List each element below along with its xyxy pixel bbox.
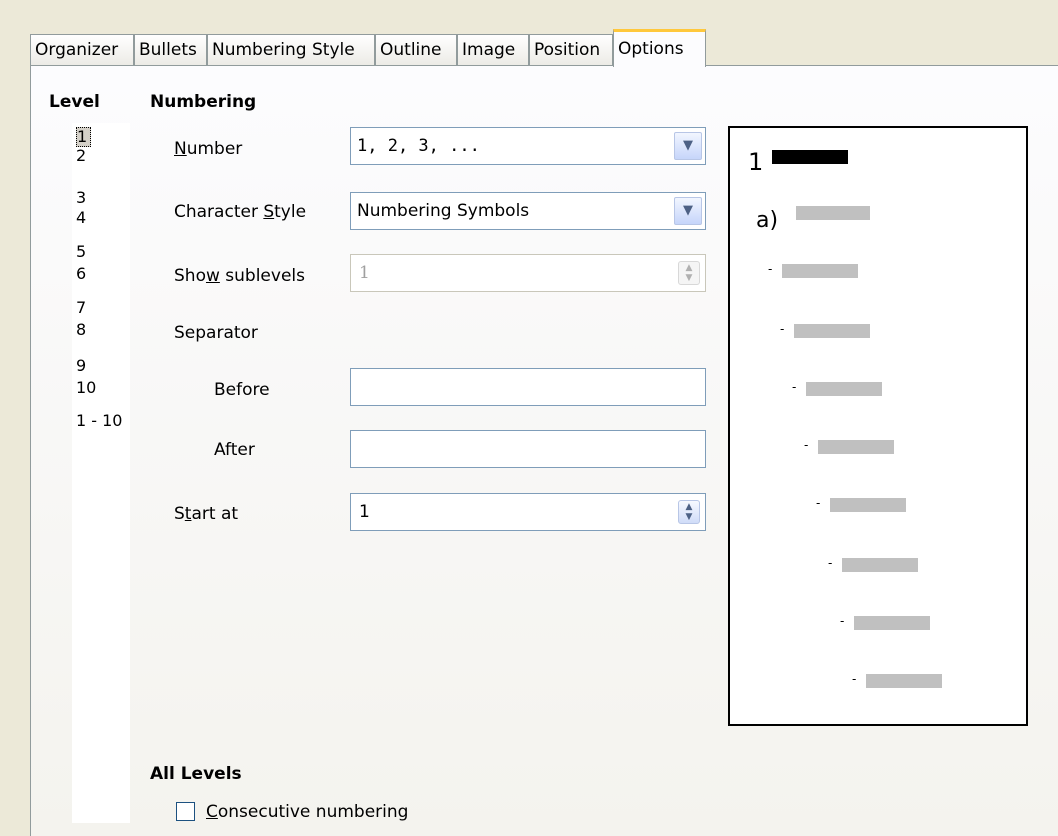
number-dropdown[interactable]: 1, 2, 3, ... ▼ — [350, 127, 706, 165]
level-item-6[interactable]: 6 — [76, 265, 86, 283]
numbering-preview: 1 a) - - - - - - - - — [728, 126, 1028, 726]
consecutive-numbering-checkbox[interactable] — [176, 802, 195, 821]
preview-level4-bar — [794, 324, 870, 338]
preview-level7-dash: - — [816, 496, 821, 510]
number-dropdown-value: 1, 2, 3, ... — [357, 136, 480, 156]
chevron-down-icon[interactable]: ▼ — [674, 197, 702, 225]
preview-level6-bar — [818, 440, 894, 454]
tab-position[interactable]: Position — [529, 34, 613, 65]
level-list[interactable]: 1 2 3 4 5 6 7 8 9 10 1 - 10 — [72, 123, 130, 823]
character-style-dropdown[interactable]: Numbering Symbols ▼ — [350, 192, 706, 230]
preview-level6-dash: - — [804, 438, 809, 452]
tab-outline[interactable]: Outline — [375, 34, 457, 65]
after-input[interactable] — [350, 430, 706, 468]
preview-level5-dash: - — [792, 380, 797, 394]
spin-arrows-icon[interactable]: ▲ ▼ — [678, 500, 700, 524]
separator-label: Separator — [174, 323, 258, 343]
tab-numbering-style[interactable]: Numbering Style — [207, 34, 375, 65]
preview-level1-bar — [772, 150, 848, 164]
tab-options[interactable]: Options — [613, 29, 706, 67]
preview-level8-bar — [842, 558, 918, 572]
level-item-1[interactable]: 1 — [76, 127, 92, 147]
preview-level10-dash: - — [852, 672, 857, 686]
numbering-heading: Numbering — [150, 92, 257, 112]
start-at-field[interactable]: 1 ▲ ▼ — [350, 493, 706, 531]
spin-arrows-icon[interactable]: ▲ ▼ — [678, 261, 700, 285]
all-levels-heading: All Levels — [150, 764, 242, 784]
level-item-9[interactable]: 9 — [76, 357, 86, 375]
level-item-2[interactable]: 2 — [76, 147, 86, 165]
level-item-5[interactable]: 5 — [76, 243, 86, 261]
preview-level8-dash: - — [828, 556, 833, 570]
level-item-7[interactable]: 7 — [76, 299, 86, 317]
preview-level2-bar — [796, 206, 870, 220]
number-label: Number — [174, 139, 243, 159]
show-sublevels-field[interactable]: 1 ▲ ▼ — [350, 254, 706, 292]
preview-level9-bar — [854, 616, 930, 630]
start-at-label: Start at — [174, 504, 239, 524]
after-label: After — [214, 440, 255, 460]
show-sublevels-value: 1 — [359, 263, 370, 283]
tab-organizer[interactable]: Organizer — [30, 34, 134, 65]
preview-level4-dash: - — [780, 322, 785, 336]
preview-level3-bar — [782, 264, 858, 278]
level-heading: Level — [49, 92, 100, 112]
consecutive-numbering-label[interactable]: Consecutive numbering — [206, 802, 408, 822]
preview-level5-bar — [806, 382, 882, 396]
level-item-3[interactable]: 3 — [76, 189, 86, 207]
preview-level2-number: a) — [756, 208, 779, 233]
show-sublevels-label: Show sublevels — [174, 266, 305, 286]
preview-level1-number: 1 — [748, 148, 764, 176]
level-item-8[interactable]: 8 — [76, 321, 86, 339]
preview-level9-dash: - — [840, 614, 845, 628]
number-label-rest: umber — [186, 139, 243, 159]
before-label: Before — [214, 380, 270, 400]
preview-level3-dash: - — [768, 262, 773, 276]
character-style-label: Character Style — [174, 202, 307, 222]
preview-level7-bar — [830, 498, 906, 512]
preview-level10-bar — [866, 674, 942, 688]
tab-image[interactable]: Image — [457, 34, 529, 65]
tab-bullets[interactable]: Bullets — [134, 34, 207, 65]
level-item-10[interactable]: 10 — [76, 379, 96, 397]
before-input[interactable] — [350, 368, 706, 406]
chevron-down-icon[interactable]: ▼ — [674, 132, 702, 160]
character-style-value: Numbering Symbols — [357, 201, 530, 221]
level-item-4[interactable]: 4 — [76, 209, 86, 227]
level-item-all[interactable]: 1 - 10 — [76, 412, 122, 430]
start-at-value: 1 — [359, 502, 370, 522]
